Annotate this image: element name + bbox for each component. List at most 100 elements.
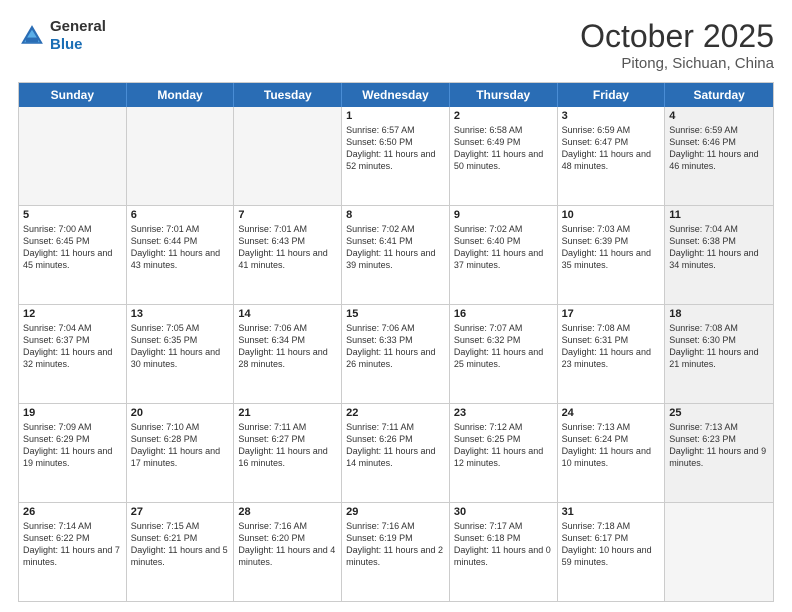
day-number: 10 <box>562 209 661 221</box>
day-number: 22 <box>346 407 445 419</box>
cell-info: Sunrise: 6:58 AM Sunset: 6:49 PM Dayligh… <box>454 124 553 173</box>
day-number: 12 <box>23 308 122 320</box>
day-number: 15 <box>346 308 445 320</box>
cell-info: Sunrise: 7:18 AM Sunset: 6:17 PM Dayligh… <box>562 520 661 569</box>
header-cell-monday: Monday <box>127 83 235 107</box>
cell-info: Sunrise: 7:06 AM Sunset: 6:34 PM Dayligh… <box>238 322 337 371</box>
cell-info: Sunrise: 6:57 AM Sunset: 6:50 PM Dayligh… <box>346 124 445 173</box>
day-cell-21: 21 Sunrise: 7:11 AM Sunset: 6:27 PM Dayli… <box>234 404 342 502</box>
day-number: 29 <box>346 506 445 518</box>
cell-info: Sunrise: 6:59 AM Sunset: 6:47 PM Dayligh… <box>562 124 661 173</box>
day-cell-28: 28 Sunrise: 7:16 AM Sunset: 6:20 PM Dayli… <box>234 503 342 601</box>
day-cell-18: 18 Sunrise: 7:08 AM Sunset: 6:30 PM Dayli… <box>665 305 773 403</box>
day-cell-25: 25Sunrise: 7:13 AM Sunset: 6:23 PM Dayli… <box>665 404 773 502</box>
day-number: 7 <box>238 209 337 221</box>
cell-info: Sunrise: 7:09 AM Sunset: 6:29 PM Dayligh… <box>23 421 122 470</box>
day-cell-19: 19 Sunrise: 7:09 AM Sunset: 6:29 PM Dayli… <box>19 404 127 502</box>
day-number: 13 <box>131 308 230 320</box>
cell-info: Sunrise: 7:13 AM Sunset: 6:24 PM Dayligh… <box>562 421 661 470</box>
day-cell-24: 24 Sunrise: 7:13 AM Sunset: 6:24 PM Dayli… <box>558 404 666 502</box>
day-cell-8: 8 Sunrise: 7:02 AM Sunset: 6:41 PM Daylig… <box>342 206 450 304</box>
empty-cell-0-0 <box>19 107 127 205</box>
day-cell-31: 31 Sunrise: 7:18 AM Sunset: 6:17 PM Dayli… <box>558 503 666 601</box>
cell-info: Sunrise: 7:11 AM Sunset: 6:27 PM Dayligh… <box>238 421 337 470</box>
cell-info: Sunrise: 6:59 AM Sunset: 6:46 PM Dayligh… <box>669 124 769 173</box>
day-number: 27 <box>131 506 230 518</box>
page: General Blue October 2025 Pitong, Sichua… <box>0 0 792 612</box>
day-number: 9 <box>454 209 553 221</box>
cell-info: Sunrise: 7:08 AM Sunset: 6:31 PM Dayligh… <box>562 322 661 371</box>
cell-info: Sunrise: 7:04 AM Sunset: 6:37 PM Dayligh… <box>23 322 122 371</box>
empty-cell-0-1 <box>127 107 235 205</box>
day-cell-6: 6 Sunrise: 7:01 AM Sunset: 6:44 PM Daylig… <box>127 206 235 304</box>
empty-cell-4-6 <box>665 503 773 601</box>
day-cell-15: 15Sunrise: 7:06 AM Sunset: 6:33 PM Dayli… <box>342 305 450 403</box>
cell-info: Sunrise: 7:01 AM Sunset: 6:44 PM Dayligh… <box>131 223 230 272</box>
logo-blue: Blue <box>50 36 83 53</box>
day-number: 6 <box>131 209 230 221</box>
day-cell-26: 26 Sunrise: 7:14 AM Sunset: 6:22 PM Dayli… <box>19 503 127 601</box>
day-number: 30 <box>454 506 553 518</box>
cell-info: Sunrise: 7:16 AM Sunset: 6:20 PM Dayligh… <box>238 520 337 569</box>
day-cell-23: 23 Sunrise: 7:12 AM Sunset: 6:25 PM Dayli… <box>450 404 558 502</box>
calendar-header: SundayMondayTuesdayWednesdayThursdayFrid… <box>19 83 773 107</box>
cell-info: Sunrise: 7:07 AM Sunset: 6:32 PM Dayligh… <box>454 322 553 371</box>
header-cell-sunday: Sunday <box>19 83 127 107</box>
day-cell-22: 22Sunrise: 7:11 AM Sunset: 6:26 PM Dayli… <box>342 404 450 502</box>
day-number: 19 <box>23 407 122 419</box>
day-cell-7: 7 Sunrise: 7:01 AM Sunset: 6:43 PM Daylig… <box>234 206 342 304</box>
day-number: 23 <box>454 407 553 419</box>
cell-info: Sunrise: 7:14 AM Sunset: 6:22 PM Dayligh… <box>23 520 122 569</box>
day-number: 18 <box>669 308 769 320</box>
day-cell-10: 10 Sunrise: 7:03 AM Sunset: 6:39 PM Dayli… <box>558 206 666 304</box>
calendar-body: 1 Sunrise: 6:57 AM Sunset: 6:50 PM Daylig… <box>19 107 773 601</box>
day-number: 14 <box>238 308 337 320</box>
cell-info: Sunrise: 7:16 AM Sunset: 6:19 PM Dayligh… <box>346 520 445 569</box>
logo-general: General <box>50 18 106 35</box>
day-number: 24 <box>562 407 661 419</box>
cell-info: Sunrise: 7:02 AM Sunset: 6:40 PM Dayligh… <box>454 223 553 272</box>
day-cell-17: 17 Sunrise: 7:08 AM Sunset: 6:31 PM Dayli… <box>558 305 666 403</box>
day-cell-30: 30 Sunrise: 7:17 AM Sunset: 6:18 PM Dayli… <box>450 503 558 601</box>
header: General Blue October 2025 Pitong, Sichua… <box>18 18 774 72</box>
day-cell-3: 3Sunrise: 6:59 AM Sunset: 6:47 PM Daylig… <box>558 107 666 205</box>
day-cell-20: 20Sunrise: 7:10 AM Sunset: 6:28 PM Dayli… <box>127 404 235 502</box>
day-number: 1 <box>346 110 445 122</box>
cell-info: Sunrise: 7:05 AM Sunset: 6:35 PM Dayligh… <box>131 322 230 371</box>
day-number: 20 <box>131 407 230 419</box>
calendar-row-3: 19 Sunrise: 7:09 AM Sunset: 6:29 PM Dayli… <box>19 404 773 503</box>
day-number: 21 <box>238 407 337 419</box>
day-number: 11 <box>669 209 769 221</box>
cell-info: Sunrise: 7:02 AM Sunset: 6:41 PM Dayligh… <box>346 223 445 272</box>
day-cell-14: 14 Sunrise: 7:06 AM Sunset: 6:34 PM Dayli… <box>234 305 342 403</box>
day-number: 26 <box>23 506 122 518</box>
day-cell-5: 5Sunrise: 7:00 AM Sunset: 6:45 PM Daylig… <box>19 206 127 304</box>
logo: General Blue <box>18 18 106 54</box>
cell-info: Sunrise: 7:17 AM Sunset: 6:18 PM Dayligh… <box>454 520 553 569</box>
day-number: 28 <box>238 506 337 518</box>
header-cell-thursday: Thursday <box>450 83 558 107</box>
day-number: 8 <box>346 209 445 221</box>
day-cell-27: 27 Sunrise: 7:15 AM Sunset: 6:21 PM Dayli… <box>127 503 235 601</box>
day-cell-9: 9 Sunrise: 7:02 AM Sunset: 6:40 PM Daylig… <box>450 206 558 304</box>
cell-info: Sunrise: 7:08 AM Sunset: 6:30 PM Dayligh… <box>669 322 769 371</box>
calendar-row-2: 12 Sunrise: 7:04 AM Sunset: 6:37 PM Dayli… <box>19 305 773 404</box>
empty-cell-0-2 <box>234 107 342 205</box>
cell-info: Sunrise: 7:12 AM Sunset: 6:25 PM Dayligh… <box>454 421 553 470</box>
header-cell-saturday: Saturday <box>665 83 773 107</box>
calendar-title: October 2025 <box>580 18 774 55</box>
title-block: October 2025 Pitong, Sichuan, China <box>580 18 774 72</box>
day-cell-29: 29 Sunrise: 7:16 AM Sunset: 6:19 PM Dayli… <box>342 503 450 601</box>
day-cell-16: 16Sunrise: 7:07 AM Sunset: 6:32 PM Dayli… <box>450 305 558 403</box>
header-cell-wednesday: Wednesday <box>342 83 450 107</box>
cell-info: Sunrise: 7:03 AM Sunset: 6:39 PM Dayligh… <box>562 223 661 272</box>
day-number: 4 <box>669 110 769 122</box>
cell-info: Sunrise: 7:15 AM Sunset: 6:21 PM Dayligh… <box>131 520 230 569</box>
calendar-row-1: 5Sunrise: 7:00 AM Sunset: 6:45 PM Daylig… <box>19 206 773 305</box>
day-number: 31 <box>562 506 661 518</box>
day-number: 17 <box>562 308 661 320</box>
day-number: 25 <box>669 407 769 419</box>
header-cell-friday: Friday <box>558 83 666 107</box>
calendar-subtitle: Pitong, Sichuan, China <box>580 55 774 72</box>
cell-info: Sunrise: 7:01 AM Sunset: 6:43 PM Dayligh… <box>238 223 337 272</box>
